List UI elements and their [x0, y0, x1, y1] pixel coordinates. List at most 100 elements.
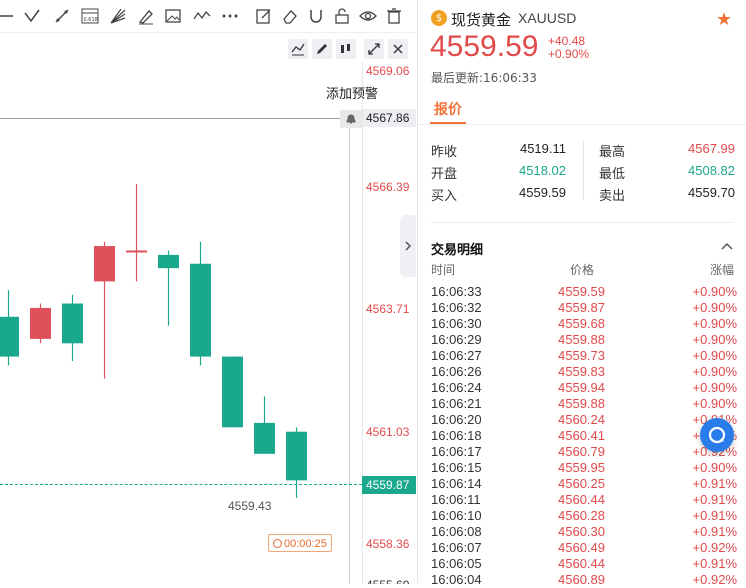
quote-panel: $ 现货黄金 XAUUSD ★ 4559.59 +40.48 +0.90% 最后…: [417, 0, 746, 587]
col-price: 价格: [570, 263, 595, 277]
more-icon[interactable]: [220, 6, 240, 26]
magnet-icon[interactable]: [306, 6, 326, 26]
close-icon: [393, 44, 403, 54]
candle-body: [286, 431, 307, 481]
trade-price: 4559.94: [558, 380, 605, 395]
lock-icon[interactable]: [332, 6, 352, 26]
trade-row: 16:06:08 4560.30 +0.91%: [431, 524, 737, 540]
trade-time: 16:06:32: [431, 300, 482, 315]
candlestick-chart[interactable]: 4569.06 4566.39 4563.71 4561.03 4558.36 …: [0, 32, 416, 584]
price-tick: 4563.71: [366, 302, 410, 316]
candle-body: [30, 307, 51, 339]
clock-icon: [273, 539, 282, 548]
trade-row: 16:06:05 4560.44 +0.91%: [431, 556, 737, 572]
last-updated: 最后更新:16:06:33: [431, 69, 537, 86]
low-label: 最低: [599, 166, 626, 181]
trade-time: 16:06:30: [431, 316, 482, 331]
candle-body: [0, 316, 19, 357]
trade-row: 16:06:33 4559.59 +0.90%: [431, 284, 737, 300]
trade-time: 16:06:27: [431, 348, 482, 363]
prev-close-value: 4519.11: [519, 141, 566, 156]
countdown-text: 00:00:25: [284, 537, 327, 550]
chat-support-button[interactable]: [700, 418, 734, 452]
close-chart-button[interactable]: [388, 39, 408, 59]
candles-layer: [0, 184, 307, 499]
drawing-toolbar: 0.618: [0, 0, 416, 32]
candle-body: [190, 263, 211, 357]
expand-icon: [368, 43, 380, 55]
trade-change: +0.91%: [692, 476, 737, 491]
trade-row: 16:06:07 4560.49 +0.92%: [431, 540, 737, 556]
open-label: 开盘: [431, 166, 458, 181]
candle-body: [94, 246, 115, 282]
trade-row: 16:06:32 4559.87 +0.90%: [431, 300, 737, 316]
col-time: 时间: [431, 263, 456, 277]
fullscreen-button[interactable]: [364, 39, 384, 59]
trade-change: +0.90%: [692, 396, 737, 411]
trade-time: 16:06:18: [431, 428, 482, 443]
trade-change: +0.90%: [692, 332, 737, 347]
trade-price: 4560.41: [558, 428, 605, 443]
trade-time: 16:06:29: [431, 332, 482, 347]
trade-change: +0.91%: [692, 556, 737, 571]
trade-price: 4560.79: [558, 444, 605, 459]
trade-change: +0.91%: [692, 524, 737, 539]
bid-label: 买入: [431, 188, 458, 203]
image-icon[interactable]: [163, 6, 183, 26]
trade-change: +0.92%: [692, 572, 737, 587]
trade-row: 16:06:24 4559.94 +0.90%: [431, 380, 737, 396]
trade-price: 4559.59: [558, 284, 605, 299]
ray-line-icon[interactable]: [52, 6, 72, 26]
trade-time: 16:06:14: [431, 476, 482, 491]
current-price-label: 4559.87: [362, 476, 416, 494]
trade-time: 16:06:08: [431, 524, 482, 539]
wave-icon[interactable]: [192, 6, 212, 26]
eraser-icon[interactable]: [280, 6, 300, 26]
trades-title: 交易明细: [431, 243, 484, 258]
trade-price: 4559.88: [558, 396, 605, 411]
price-tick-partial: 4555.60: [366, 578, 409, 584]
instrument-symbol: XAUUSD: [518, 10, 577, 26]
chevron-up-icon[interactable]: [720, 238, 734, 252]
trade-time: 16:06:04: [431, 572, 482, 587]
low-price-marker: 4559.43: [228, 499, 272, 513]
trade-time: 16:06:33: [431, 284, 482, 299]
trade-price: 4559.87: [558, 300, 605, 315]
trade-time: 16:06:15: [431, 460, 482, 475]
gann-fan-icon[interactable]: [108, 6, 128, 26]
trade-price: 4560.25: [558, 476, 605, 491]
candle-body: [62, 303, 83, 344]
tab-quote[interactable]: 报价: [434, 99, 462, 119]
eye-icon[interactable]: [358, 6, 378, 26]
trade-row: 16:06:27 4559.73 +0.90%: [431, 348, 737, 364]
price-tick: 4566.39: [366, 180, 410, 194]
trash-icon[interactable]: [384, 6, 404, 26]
high-label: 最高: [599, 144, 626, 159]
svg-text:0.618: 0.618: [84, 17, 98, 23]
trade-row: 16:06:184560.41+0.91%: [431, 428, 737, 444]
trade-change: +0.90%: [692, 300, 737, 315]
collapse-panel-tab[interactable]: [400, 215, 416, 277]
bid-value: 4559.59: [519, 185, 566, 200]
trade-price: 4560.44: [558, 492, 605, 507]
candle-body: [222, 356, 243, 428]
fibonacci-icon[interactable]: 0.618: [80, 6, 100, 26]
brush-icon[interactable]: [136, 6, 156, 26]
high-value: 4567.99: [688, 141, 735, 156]
trade-price: 4560.28: [558, 508, 605, 523]
candle-body: [254, 422, 275, 454]
trade-change: +0.90%: [692, 380, 737, 395]
last-updated-time: 16:06:33: [483, 71, 537, 85]
favorite-star-icon[interactable]: ★: [716, 9, 732, 30]
trade-change: +0.90%: [692, 364, 737, 379]
candle-countdown: 00:00:25: [268, 534, 332, 552]
trade-price: 4560.89: [558, 572, 605, 587]
prev-close-label: 昨收: [431, 144, 458, 159]
line-tool-icon[interactable]: [0, 6, 16, 26]
trade-price: 4560.44: [558, 556, 605, 571]
trend-line-icon[interactable]: [22, 6, 42, 26]
price-change: +40.48: [548, 34, 586, 48]
trade-price: 4559.83: [558, 364, 605, 379]
edit-note-icon[interactable]: [254, 6, 274, 26]
trade-time: 16:06:11: [431, 492, 481, 507]
